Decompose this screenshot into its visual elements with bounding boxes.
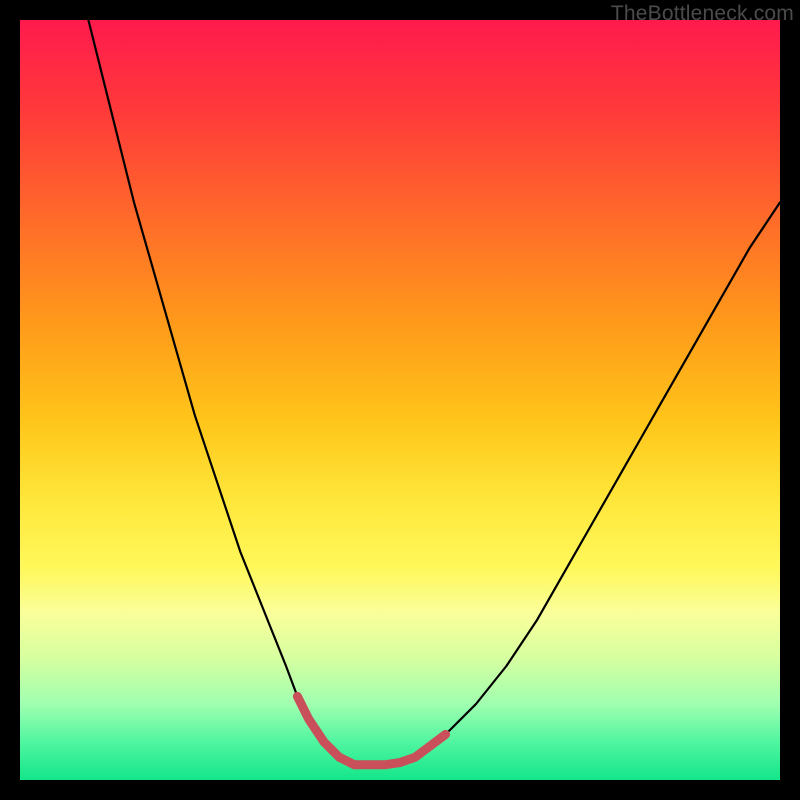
series-black-curve <box>88 20 780 765</box>
chart-stage: TheBottleneck.com <box>0 0 800 800</box>
curve-svg <box>20 20 780 780</box>
series-red-bottom-highlight <box>297 696 445 764</box>
series-layer <box>88 20 780 765</box>
plot-area <box>20 20 780 780</box>
watermark-text: TheBottleneck.com <box>611 2 794 26</box>
